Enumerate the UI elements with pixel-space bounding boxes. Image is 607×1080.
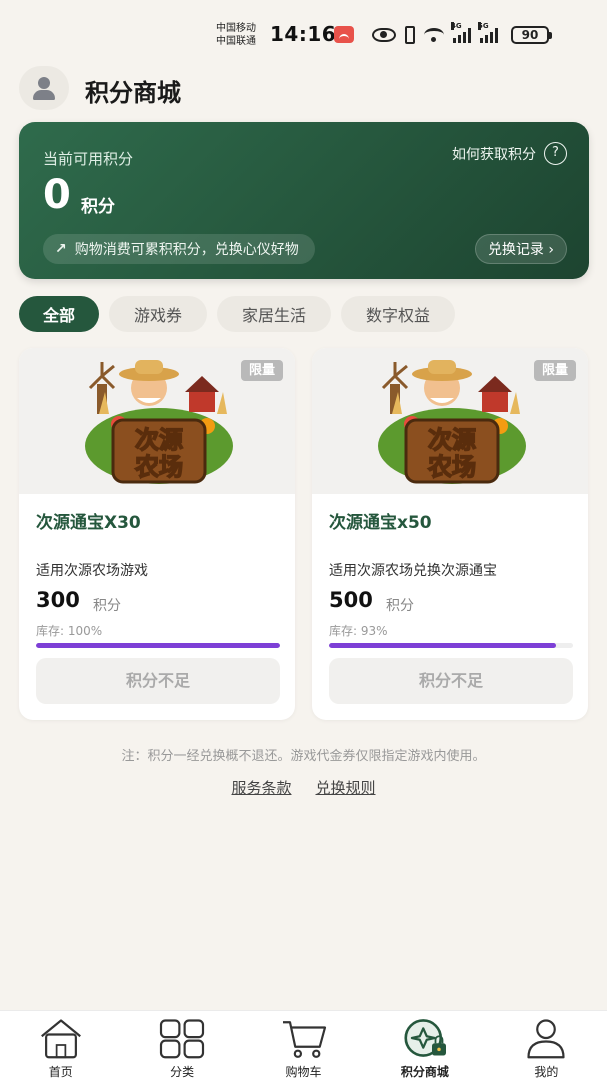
stock-progress-fill bbox=[329, 643, 556, 648]
product-price: 500 bbox=[329, 588, 373, 612]
price-unit: 积分 bbox=[386, 598, 414, 614]
notification-icon bbox=[334, 26, 354, 43]
stock-progress-bar bbox=[329, 643, 573, 648]
logo-text-2: 农场 bbox=[427, 453, 476, 481]
redeem-button[interactable]: 积分不足 bbox=[329, 658, 573, 704]
limited-badge: 限量 bbox=[240, 360, 283, 381]
stock-progress-fill bbox=[36, 643, 280, 648]
nav-label: 积分商城 bbox=[400, 1065, 449, 1079]
product-image: 次源 农场 限量 bbox=[312, 348, 588, 494]
footer-links: 服务条款 兑换规则 bbox=[0, 777, 607, 798]
product-title: 次源通宝x50 bbox=[329, 513, 432, 533]
promo-text: 购物消费可累积积分，兑换心仪好物 bbox=[74, 242, 299, 258]
product-description: 适用次源农场兑换次源通宝 bbox=[329, 563, 497, 579]
logo-text-1: 次源 bbox=[135, 426, 183, 454]
network-label-2: 5G bbox=[478, 22, 489, 30]
game-logo-image: 次源 农场 bbox=[85, 360, 233, 484]
tab-game-coupons[interactable]: 游戏券 bbox=[109, 296, 208, 332]
product-price: 300 bbox=[36, 588, 80, 612]
nav-label: 我的 bbox=[534, 1065, 559, 1079]
rules-link[interactable]: 兑换规则 bbox=[316, 777, 376, 798]
redeem-history-button[interactable]: 兑换记录 › bbox=[474, 234, 567, 264]
game-logo-image: 次源 农场 bbox=[378, 360, 526, 484]
product-card[interactable]: 次源 农场 限量 次源通宝x50 适用次源农场兑换次源通宝 500 积分 库存:… bbox=[312, 348, 588, 720]
logo-text-2: 农场 bbox=[134, 453, 183, 481]
user-icon bbox=[527, 1019, 565, 1059]
points-mall-icon bbox=[404, 1019, 446, 1057]
limited-badge: 限量 bbox=[533, 360, 576, 381]
page-title: 积分商城 bbox=[85, 79, 181, 107]
carrier-2: 中国联通 bbox=[216, 36, 256, 47]
home-icon bbox=[40, 1019, 81, 1059]
disclaimer-note: 注：积分一经兑换概不退还。游戏代金券仅限指定游戏内使用。 bbox=[121, 749, 486, 764]
nav-home[interactable]: 首页 bbox=[0, 1011, 121, 1080]
terms-link[interactable]: 服务条款 bbox=[231, 777, 291, 798]
points-unit: 积分 bbox=[81, 197, 115, 217]
eye-icon bbox=[372, 28, 396, 42]
points-card: 当前可用积分 0 积分 如何获取积分 ? ↗ 购物消费可累积积分，兑换心仪好物 … bbox=[19, 122, 589, 279]
stock-text: 库存: 100% bbox=[36, 624, 103, 638]
stock-progress-bar bbox=[36, 643, 280, 648]
nav-category[interactable]: 分类 bbox=[121, 1011, 242, 1080]
cart-icon bbox=[282, 1021, 326, 1058]
price-unit: 积分 bbox=[93, 598, 121, 614]
status-time: 14:16 bbox=[270, 22, 337, 46]
wifi-icon bbox=[424, 28, 444, 42]
trend-arrow-icon: ↗ bbox=[55, 241, 67, 257]
user-avatar-icon[interactable] bbox=[19, 66, 69, 110]
nav-label: 购物车 bbox=[285, 1065, 322, 1079]
points-value: 0 bbox=[43, 172, 71, 218]
status-icons: 4G 5G 90 bbox=[372, 22, 552, 46]
product-card[interactable]: 次源 农场 限量 次源通宝X30 适用次源农场游戏 300 积分 库存: 100… bbox=[19, 348, 295, 720]
grid-icon bbox=[160, 1019, 205, 1059]
nav-cart[interactable]: 购物车 bbox=[243, 1011, 364, 1080]
product-image: 次源 农场 限量 bbox=[19, 348, 295, 494]
signal-icon: 4G bbox=[451, 22, 471, 43]
battery-icon: 90 bbox=[511, 26, 552, 44]
nav-label: 分类 bbox=[170, 1065, 195, 1079]
logo-text-1: 次源 bbox=[428, 426, 476, 454]
promo-pill: ↗ 购物消费可累积积分，兑换心仪好物 bbox=[43, 234, 315, 264]
how-to-get-points-label: 如何获取积分 bbox=[452, 146, 536, 163]
points-label: 当前可用积分 bbox=[43, 150, 134, 168]
nav-label: 首页 bbox=[48, 1065, 73, 1079]
nav-profile[interactable]: 我的 bbox=[486, 1011, 607, 1080]
bottom-nav: 首页 分类 购物车 积分商城 我的 bbox=[0, 1010, 607, 1080]
vibrate-icon bbox=[405, 26, 415, 44]
stock-text: 库存: 93% bbox=[329, 624, 388, 638]
tab-digital-rights[interactable]: 数字权益 bbox=[341, 296, 456, 332]
redeem-button[interactable]: 积分不足 bbox=[36, 658, 280, 704]
how-to-get-points-link[interactable]: 如何获取积分 ? bbox=[452, 142, 567, 165]
tab-home-living[interactable]: 家居生活 bbox=[217, 296, 332, 332]
category-tabs: 全部 游戏券 家居生活 数字权益 bbox=[19, 296, 456, 332]
help-icon: ? bbox=[544, 142, 567, 165]
carrier-1: 中国移动 bbox=[216, 23, 256, 34]
product-title: 次源通宝X30 bbox=[36, 513, 141, 533]
product-description: 适用次源农场游戏 bbox=[36, 563, 148, 579]
tab-all[interactable]: 全部 bbox=[19, 296, 100, 332]
carrier-labels: 中国移动 中国联通 bbox=[216, 22, 256, 48]
nav-points-mall[interactable]: 积分商城 bbox=[364, 1011, 485, 1080]
status-bar: 中国移动 中国联通 14:16 4G 5G 90 bbox=[0, 18, 607, 54]
network-label-1: 4G bbox=[451, 22, 462, 30]
signal-icon-2: 5G bbox=[478, 22, 498, 43]
